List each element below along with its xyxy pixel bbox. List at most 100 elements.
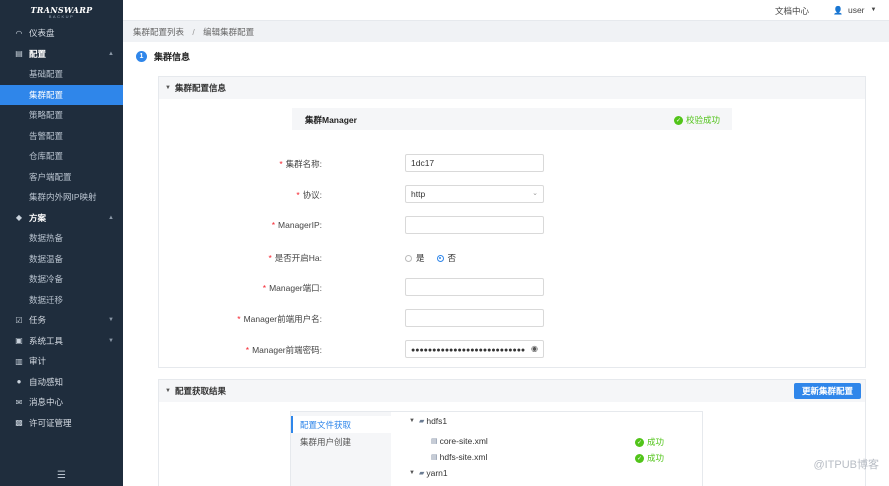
chevron-down-icon: ▼ [108, 317, 114, 324]
tree-node-label: yarn1 [426, 468, 448, 478]
chevron-down-icon: ▼ [108, 337, 114, 344]
tab-config-file-fetch[interactable]: 配置文件获取 [291, 416, 391, 433]
sidebar-group-plan[interactable]: ◆ 方案 ▲ [0, 208, 123, 229]
sidebar-item-hot-backup[interactable]: 数据热备 [0, 228, 123, 249]
sidebar-item-client-config[interactable]: 客户端配置 [0, 167, 123, 188]
sidebar-item-label: 方案 [29, 212, 47, 223]
step-title: 集群信息 [154, 52, 191, 62]
sidebar-item-label: 告警配置 [29, 130, 64, 141]
sidebar-item-alert-config[interactable]: 告警配置 [0, 126, 123, 147]
breadcrumb-separator: / [192, 27, 195, 37]
menu-toggle-icon[interactable]: ☰ [0, 470, 123, 481]
tree-node-yarn[interactable]: ▼ ▰ yarn1 [409, 468, 448, 478]
user-menu[interactable]: 👤 user ▼ [833, 5, 876, 15]
form-row-manager-port: * Manager端口: [159, 278, 859, 297]
breadcrumb: 集群配置列表 / 编辑集群配置 [133, 26, 254, 38]
field-label: * ManagerIP: [271, 220, 322, 230]
sidebar-item-messages[interactable]: ✉ 消息中心 [0, 392, 123, 413]
sidebar-item-basic-config[interactable]: 基础配置 [0, 64, 123, 85]
sidebar-item-label: 配置 [29, 48, 47, 59]
form-row-protocol: * 协议: http ⌄ [159, 185, 859, 204]
sidebar-item-license[interactable]: ▩ 许可证管理 [0, 413, 123, 434]
ha-no-label[interactable]: 否 [448, 252, 457, 264]
sidebar-item-cluster-config[interactable]: 集群配置 [0, 84, 123, 105]
field-label: * 是否开启Ha: [268, 253, 322, 263]
tree-node-hdfs[interactable]: ▼ ▰ hdfs1 [409, 416, 447, 426]
form-row-manager-username: * Manager前端用户名: [159, 309, 859, 328]
form-row-ha: * 是否开启Ha: 是 否 [159, 248, 859, 267]
password-mask: ●●●●●●●●●●●●●●●●●●●●●●●●●●● [411, 347, 526, 354]
sidebar-item-ip-mapping[interactable]: 集群内外网IP映射 [0, 187, 123, 208]
form-row-manager-ip: * ManagerIP: [159, 216, 859, 235]
collapse-triangle-icon: ▼ [165, 85, 171, 91]
license-icon: ▩ [15, 418, 23, 428]
protocol-select[interactable]: http ⌄ [405, 185, 544, 203]
config-icon: ▤ [15, 49, 23, 59]
breadcrumb-cluster-list[interactable]: 集群配置列表 [133, 27, 184, 37]
sidebar-item-label: 仓库配置 [29, 151, 64, 162]
task-icon: ☑ [15, 315, 23, 325]
chevron-down-icon: ⌄ [532, 190, 538, 197]
manager-username-input[interactable] [405, 309, 544, 327]
tree-node-hdfs-site[interactable]: ▤ hdfs-site.xml [431, 452, 487, 462]
sidebar-item-audit[interactable]: ▥ 审计 [0, 351, 123, 372]
ha-yes-radio[interactable] [405, 254, 412, 262]
sidebar: TRANSWARP BACKUP ◠ 仪表盘 ▤ 配置 ▲ 基础配置 集群配置 … [0, 0, 123, 486]
manager-section-title: 集群Manager [305, 115, 357, 125]
status-badge: ✓ 成功 [635, 452, 664, 464]
sidebar-item-auto-sense[interactable]: ● 自动感知 [0, 372, 123, 393]
sidebar-item-label: 数据热备 [29, 233, 64, 244]
step-number-badge: 1 [136, 51, 147, 62]
sidebar-group-config[interactable]: ▤ 配置 ▲ [0, 44, 123, 65]
user-name: user [847, 5, 865, 15]
verify-status-text: 校验成功 [686, 115, 721, 125]
sidebar-item-cold-backup[interactable]: 数据冷备 [0, 269, 123, 290]
cluster-config-panel-header[interactable]: ▼ 集群配置信息 [159, 77, 865, 99]
doc-center-link[interactable]: 文档中心 [775, 5, 809, 17]
ha-radio-group: 是 否 [405, 252, 468, 264]
sidebar-item-label: 系统工具 [29, 335, 64, 346]
tab-cluster-user-create[interactable]: 集群用户创建 [291, 433, 391, 450]
panel-title: 集群配置信息 [174, 83, 226, 93]
sidebar-item-label: 集群内外网IP映射 [29, 192, 97, 203]
logo[interactable]: TRANSWARP BACKUP [0, 0, 123, 22]
sidebar-item-label: 集群配置 [29, 89, 64, 100]
step-header: 1 集群信息 [136, 50, 190, 63]
breadcrumb-edit-cluster: 编辑集群配置 [203, 27, 255, 37]
caret-down-icon: ▼ [870, 7, 877, 13]
cube-icon: ◆ [15, 213, 23, 223]
sidebar-item-label: 消息中心 [29, 397, 64, 408]
tree-node-core-site[interactable]: ▤ core-site.xml [431, 436, 488, 446]
ha-no-radio[interactable] [436, 254, 444, 262]
tree-node-label: hdfs-site.xml [439, 452, 488, 462]
field-label: * Manager端口: [262, 283, 322, 293]
folder-icon: ▰ [418, 418, 425, 425]
ha-yes-label[interactable]: 是 [416, 252, 425, 264]
form-row-manager-password: * Manager前端密码: ●●●●●●●●●●●●●●●●●●●●●●●●●●… [159, 340, 859, 359]
check-circle-icon: ✓ [674, 115, 683, 125]
cluster-name-input[interactable]: 1dc17 [405, 154, 544, 172]
top-header: 文档中心 👤 user ▼ [123, 0, 889, 21]
sidebar-item-policy-config[interactable]: 策略配置 [0, 105, 123, 126]
manager-port-input[interactable] [405, 278, 544, 296]
status-text: 成功 [647, 453, 665, 463]
sidebar-item-tools[interactable]: ▣ 系统工具 ▼ [0, 331, 123, 352]
sense-icon: ● [16, 377, 22, 387]
sidebar-item-repo-config[interactable]: 仓库配置 [0, 146, 123, 167]
sidebar-item-task[interactable]: ☑ 任务 ▼ [0, 310, 123, 331]
config-result-panel-header[interactable]: ▼ 配置获取结果 更新集群配置 [159, 380, 865, 402]
eye-icon[interactable]: ◉ [531, 344, 538, 353]
sidebar-item-dashboard[interactable]: ◠ 仪表盘 [0, 23, 123, 44]
protocol-value: http [411, 189, 426, 199]
manager-ip-input[interactable] [405, 216, 544, 234]
sidebar-item-label: 许可证管理 [29, 417, 72, 428]
check-circle-icon: ✓ [635, 437, 644, 447]
sidebar-item-label: 自动感知 [29, 376, 64, 387]
manager-password-input[interactable]: ●●●●●●●●●●●●●●●●●●●●●●●●●●● ◉ [405, 340, 544, 358]
file-icon: ▤ [431, 454, 438, 461]
sidebar-item-migration[interactable]: 数据迁移 [0, 290, 123, 311]
sidebar-item-warm-backup[interactable]: 数据温备 [0, 249, 123, 270]
status-text: 成功 [647, 437, 665, 447]
collapse-triangle-icon: ▼ [165, 388, 171, 394]
update-cluster-config-button[interactable]: 更新集群配置 [793, 383, 861, 399]
